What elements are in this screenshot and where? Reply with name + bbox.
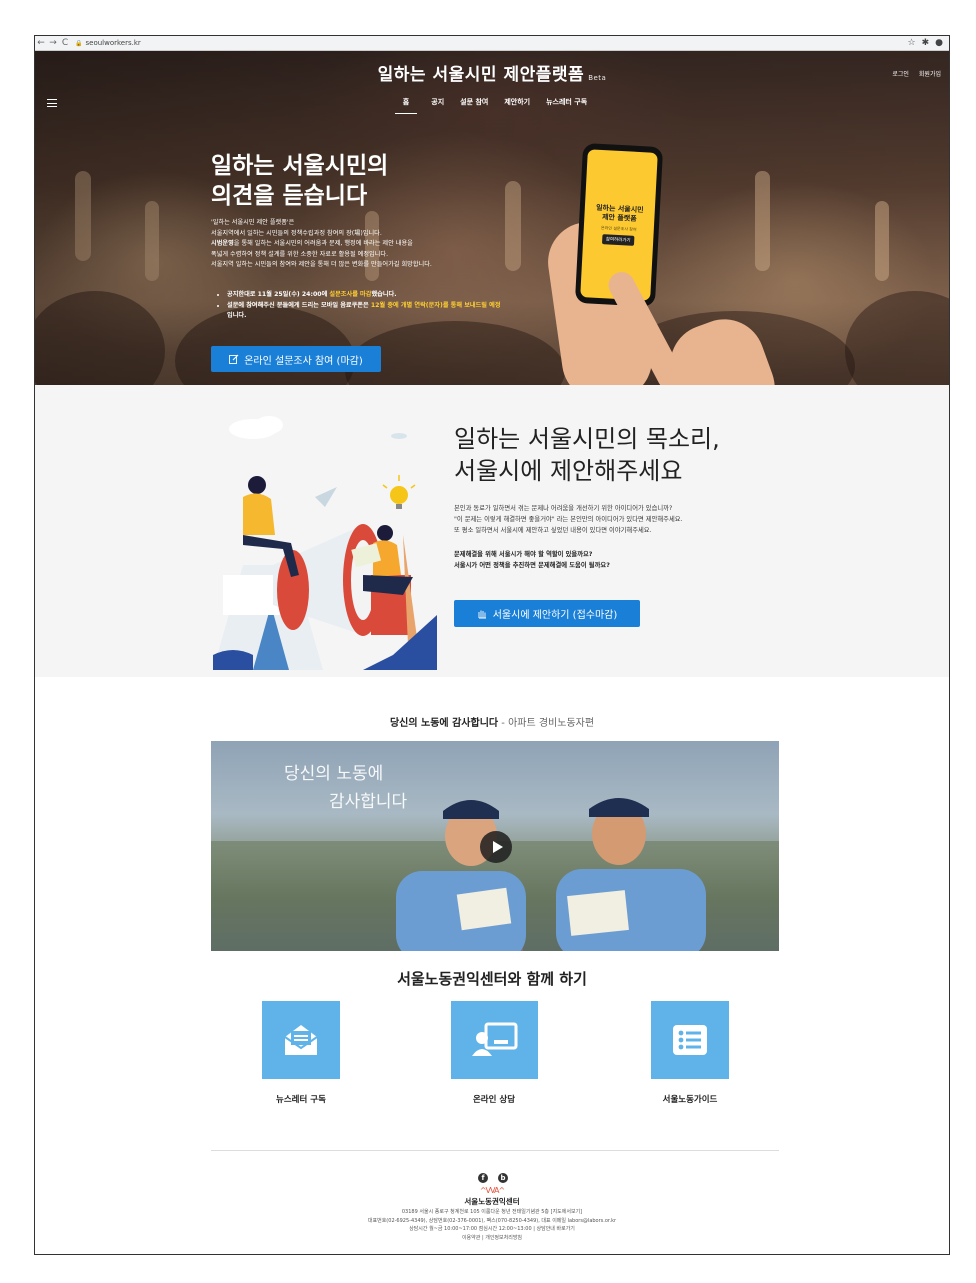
- proposal-section: 일하는 서울시민의 목소리, 서울시에 제안해주세요 본인과 동료가 일하면서 …: [35, 385, 949, 677]
- site-title-text: 일하는 서울시민 제안플랫폼: [377, 65, 585, 85]
- proposal-question: 문제해결을 위해 서울시가 해야 할 역할이 있을까요?: [454, 551, 593, 558]
- proposal-questions: 문제해결을 위해 서울시가 해야 할 역할이 있을까요? 서울시가 어떤 정책을…: [454, 549, 610, 571]
- hero-desc-line: 서울지역에서 일하는 시민들의 정책수립과정 참여의 장(場)입니다.: [211, 229, 382, 237]
- newsletter-card[interactable]: 뉴스레터 구독: [241, 1001, 361, 1105]
- propose-to-seoul-button[interactable]: 서울시에 제안하기 (접수마감): [454, 600, 640, 627]
- video-title-sub: - 아파트 경비노동자편: [498, 718, 595, 729]
- nav-home[interactable]: 홈: [394, 97, 418, 114]
- proposal-desc-line: "이 문제는 이렇게 해결하면 좋을거야" 라는 본인만의 아이디어가 있다면 …: [454, 516, 683, 523]
- hero-heading-line1: 일하는 서울시민의: [211, 153, 389, 179]
- hero-desc-line: 서울지역 일하는 시민들의 참여와 제안을 통해 더 많은 변화를 만들어가길 …: [211, 261, 432, 269]
- nav-newsletter[interactable]: 뉴스레터 구독: [544, 97, 589, 114]
- phone-cta: 참여하러가기: [601, 234, 635, 246]
- proposal-desc-line: 또 평소 일하면서 서울시에 제안하고 싶었던 내용이 있다면 이야기해주세요.: [454, 527, 652, 534]
- hero-notice-list: 공지한대로 11월 25일(수) 24:00에 설문조사를 마감했습니다. 설문…: [223, 290, 503, 322]
- main-nav: 홈 공지 설문 참여 제안하기 뉴스레터 구독: [35, 97, 949, 114]
- video-caption-2: 감사합니다: [329, 792, 408, 812]
- nav-notice[interactable]: 공지: [429, 97, 446, 114]
- hero-desc-line: 폭넓게 수렴하여 정책 설계를 위한 소중한 자료로 활용될 예정입니다.: [211, 250, 389, 258]
- hero-description: '일하는 서울시민 제안 플랫폼'은 서울지역에서 일하는 시민들의 정책수립과…: [211, 218, 511, 271]
- labor-guide-card[interactable]: 서울노동가이드: [630, 1001, 750, 1105]
- back-icon[interactable]: ←: [35, 38, 47, 48]
- proposal-description: 본인과 동료가 일하면서 겪는 문제나 어려움을 개선하기 위한 아이디어가 있…: [454, 503, 774, 536]
- labor-guide-label: 서울노동가이드: [662, 1095, 718, 1105]
- bookmark-star-icon[interactable]: ☆: [908, 38, 916, 48]
- footer-address: 03189 서울시 종로구 청계천로 105 이룸다운 청년 전태일기념관 5층…: [401, 1209, 583, 1215]
- video-player[interactable]: 당신의 노동에 감사합니다: [211, 741, 779, 951]
- phone-title-line: 제안 플랫폼: [601, 213, 637, 223]
- hand-raise-icon: [478, 610, 486, 618]
- login-link[interactable]: 로그인: [892, 69, 909, 78]
- proposal-heading: 일하는 서울시민의 목소리, 서울시에 제안해주세요: [454, 423, 720, 487]
- forward-icon[interactable]: →: [47, 38, 59, 48]
- profile-icon[interactable]: ●: [935, 38, 943, 48]
- proposal-question: 서울시가 어떤 정책을 추진하면 문제해결에 도움이 될까요?: [454, 562, 610, 569]
- online-consult-tile[interactable]: [450, 1001, 538, 1079]
- notice-text: 공지한대로 11월 25일(수) 24:00에: [227, 291, 330, 298]
- edit-icon: [229, 354, 239, 364]
- list-icon: [673, 1025, 707, 1055]
- footer-org-name: 서울노동권익센터: [464, 1197, 520, 1206]
- consult-icon: [472, 1022, 518, 1056]
- proposal-heading-line1: 일하는 서울시민의 목소리,: [454, 425, 720, 453]
- org-logo: ^VVA^: [479, 1186, 505, 1195]
- proposal-heading-line2: 서울시에 제안해주세요: [454, 457, 683, 485]
- extension-icon[interactable]: ✱: [922, 38, 930, 48]
- online-survey-button[interactable]: 온라인 설문조사 참여 (마감): [211, 346, 381, 372]
- url-text: seoulworkers.kr: [85, 39, 141, 47]
- video-title-main: 당신의 노동에 감사합니다: [389, 718, 499, 729]
- phone-title: 일하는 서울시민 제안 플랫폼: [595, 204, 644, 224]
- hero-heading: 일하는 서울시민의 의견을 듣습니다: [211, 151, 388, 211]
- notice-highlight: 설문조사를 마감: [329, 291, 372, 298]
- propose-button-label: 서울시에 제안하기 (접수마감): [492, 610, 618, 621]
- hero-heading-line2: 의견을 듣습니다: [211, 183, 368, 209]
- notice-highlight: 12월 중에 개별 연락(문자)를 통해 보내드릴 예정: [370, 301, 501, 309]
- reload-icon[interactable]: C: [59, 38, 71, 48]
- hero-desc-line: 시범운영을 통해 일하는 서울시민의 어려움과 문제, 행정에 바라는 제안 내…: [211, 240, 413, 248]
- notice-item: 설문에 참여해주신 분들에게 드리는 모바일 음료쿠폰은 12월 중에 개별 연…: [227, 301, 503, 322]
- newsletter-label: 뉴스레터 구독: [276, 1095, 326, 1105]
- footer-policy-links[interactable]: 이용약관 | 개인정보처리방침: [35, 1234, 949, 1243]
- online-consult-label: 온라인 상담: [472, 1095, 516, 1105]
- blog-icon[interactable]: b: [498, 1173, 508, 1183]
- nav-survey[interactable]: 설문 참여: [458, 97, 490, 114]
- footer-contacts: 대표번호(02-6925-4349), 상담번호(02-376-0001), 팩…: [367, 1217, 617, 1224]
- together-title: 서울노동권익센터와 함께 하기: [397, 970, 587, 988]
- video-caption-1: 당신의 노동에: [284, 764, 384, 784]
- megaphone-illustration: [213, 416, 437, 670]
- lock-icon: 🔒: [75, 39, 83, 47]
- beta-badge: Beta: [588, 74, 607, 82]
- labor-guide-tile[interactable]: [651, 1001, 729, 1079]
- hero-desc-bold: 시범운영: [211, 240, 234, 248]
- browser-toolbar: ← → C 🔒 seoulworkers.kr ☆ ✱ ●: [35, 36, 949, 51]
- footer-hours: 상담시간 월~금 10:00~17:00 점심시간 12:00~13:00 | …: [409, 1226, 575, 1232]
- browser-window: ← → C 🔒 seoulworkers.kr ☆ ✱ ● 일하는 서울시민 제…: [34, 35, 950, 1255]
- notice-text: 입니다.: [227, 312, 247, 320]
- nav-propose[interactable]: 제안하기: [502, 97, 532, 114]
- signup-link[interactable]: 회원가입: [919, 69, 941, 78]
- notice-text: 했습니다.: [371, 291, 397, 298]
- notice-text: 설문에 참여해주신 분들에게 드리는 모바일 음료쿠폰은: [227, 301, 371, 309]
- envelope-icon: [284, 1025, 318, 1055]
- site-title[interactable]: 일하는 서울시민 제안플랫폼 Beta: [35, 60, 949, 85]
- footer-divider: [211, 1150, 779, 1151]
- proposal-desc-line: 본인과 동료가 일하면서 겪는 문제나 어려움을 개선하기 위한 아이디어가 있…: [454, 505, 673, 512]
- online-consult-card[interactable]: 온라인 상담: [434, 1001, 554, 1105]
- survey-button-label: 온라인 설문조사 참여 (마감): [244, 355, 363, 367]
- social-links: f b: [478, 1173, 508, 1183]
- footer-info: 03189 서울시 종로구 청계천로 105 이룸다운 청년 전태일기념관 5층…: [35, 1208, 949, 1242]
- address-bar[interactable]: 🔒 seoulworkers.kr: [75, 38, 908, 49]
- video-title: 당신의 노동에 감사합니다 - 아파트 경비노동자편: [35, 714, 949, 729]
- hero-section: 일하는 서울시민 제안플랫폼 Beta 로그인 회원가입 홈 공지 설문 참여 제…: [35, 51, 949, 385]
- hero-desc-line: '일하는 서울시민 제안 플랫폼'은: [211, 219, 295, 226]
- phone-subtitle: 온라인 설문조사 참여: [600, 225, 637, 232]
- play-icon[interactable]: [480, 831, 512, 863]
- notice-item: 공지한대로 11월 25일(수) 24:00에 설문조사를 마감했습니다.: [227, 290, 503, 301]
- auth-links: 로그인 회원가입: [892, 69, 941, 78]
- facebook-icon[interactable]: f: [478, 1173, 488, 1183]
- newsletter-tile[interactable]: [262, 1001, 340, 1079]
